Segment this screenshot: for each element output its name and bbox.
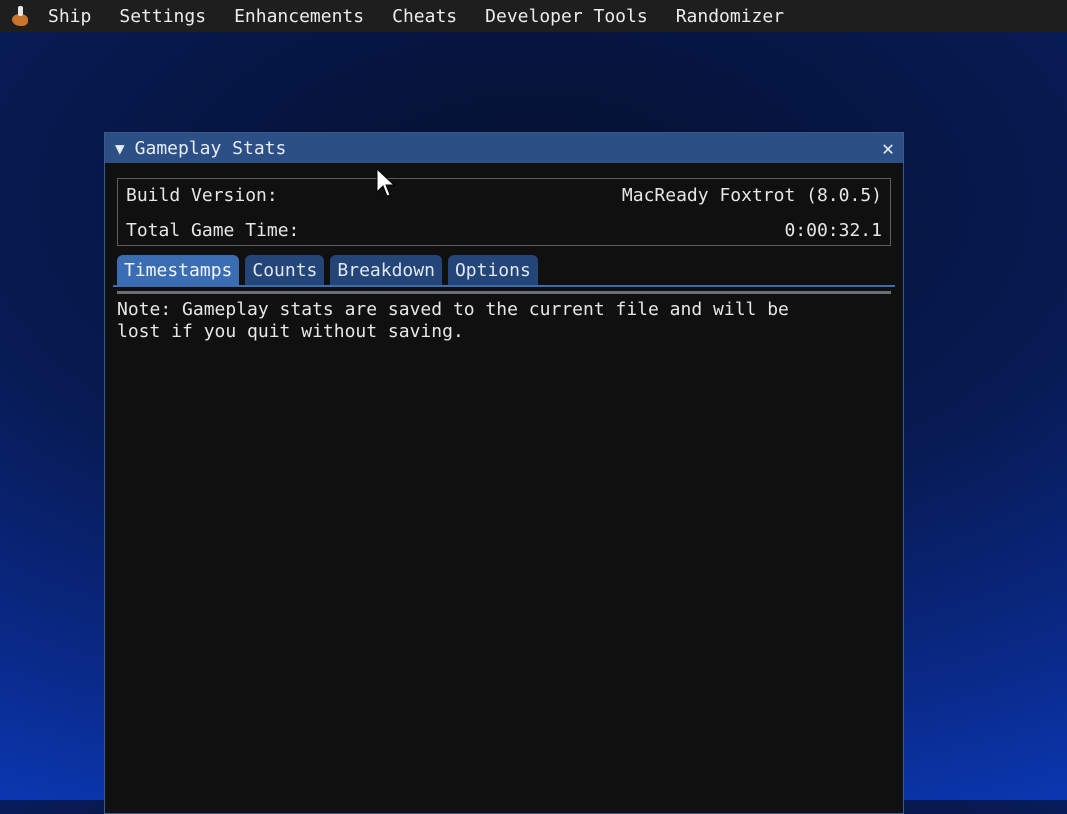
tab-breakdown[interactable]: Breakdown: [330, 255, 442, 285]
menu-settings[interactable]: Settings: [119, 6, 206, 27]
menu-ship[interactable]: Ship: [48, 6, 91, 27]
build-version-value: MacReady Foxtrot (8.0.5): [621, 185, 882, 206]
build-version-label: Build Version:: [126, 185, 278, 206]
separator: [117, 291, 891, 294]
menu-bar: Ship Settings Enhancements Cheats Develo…: [0, 0, 1067, 32]
menu-developer-tools[interactable]: Developer Tools: [485, 6, 648, 27]
total-game-time-label: Total Game Time:: [126, 220, 300, 241]
tab-bar-underline: [113, 285, 895, 287]
window-titlebar[interactable]: ▼ Gameplay Stats ✕: [105, 133, 903, 163]
tab-counts[interactable]: Counts: [245, 255, 325, 285]
tab-bar: Timestamps Counts Breakdown Options: [117, 255, 538, 285]
total-game-time-value: 0:00:32.1: [784, 220, 882, 241]
collapse-triangle-icon[interactable]: ▼: [115, 139, 125, 158]
build-version-row: Build Version: MacReady Foxtrot (8.0.5): [126, 185, 882, 209]
mouse-cursor-icon: [376, 168, 396, 197]
gameplay-stats-window: ▼ Gameplay Stats ✕ Build Version: MacRea…: [104, 132, 904, 814]
tab-timestamps[interactable]: Timestamps: [117, 255, 240, 285]
total-game-time-row: Total Game Time: 0:00:32.1: [126, 220, 882, 244]
menu-cheats[interactable]: Cheats: [392, 6, 457, 27]
app-logo-icon: [10, 4, 32, 28]
menu-randomizer[interactable]: Randomizer: [676, 6, 784, 27]
window-title: Gameplay Stats: [134, 137, 287, 159]
build-info-box: Build Version: MacReady Foxtrot (8.0.5) …: [117, 178, 891, 246]
tab-options[interactable]: Options: [447, 255, 538, 285]
close-icon[interactable]: ✕: [873, 136, 903, 160]
menu-enhancements[interactable]: Enhancements: [234, 6, 364, 27]
save-note-text: Note: Gameplay stats are saved to the cu…: [117, 299, 789, 342]
